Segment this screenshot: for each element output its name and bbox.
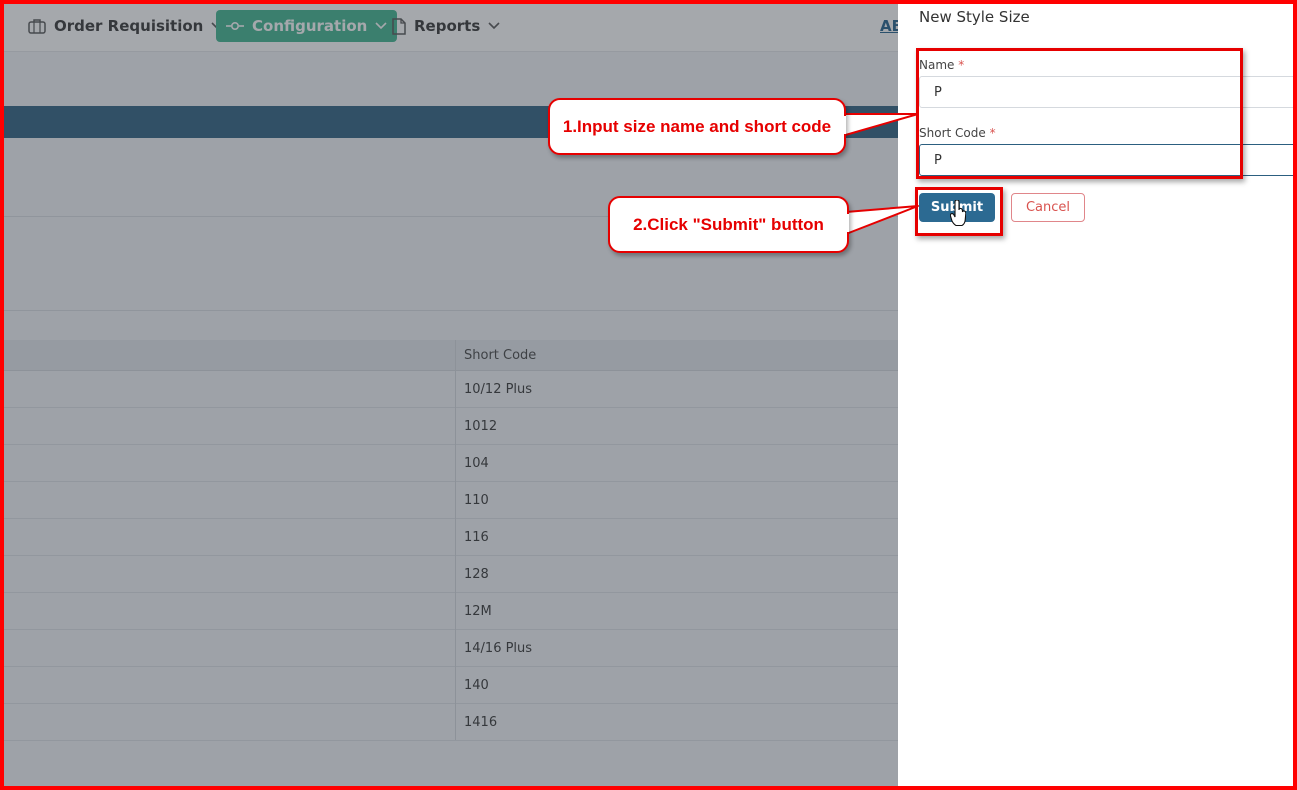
step1-callout: 1.Input size name and short code [548,98,846,155]
step2-text: 2.Click "Submit" button [633,214,824,234]
required-marker: * [958,58,965,72]
required-marker: * [989,126,996,140]
name-input[interactable] [919,76,1297,108]
name-label-text: Name [919,58,955,72]
new-style-size-panel: New Style Size Name * Short Code * Submi… [898,0,1297,790]
step1-text: 1.Input size name and short code [562,116,832,136]
cancel-button[interactable]: Cancel [1011,193,1085,222]
short-code-label: Short Code * [919,126,996,140]
panel-title: New Style Size [919,8,1030,26]
step2-callout: 2.Click "Submit" button [608,196,849,253]
hand-cursor-icon [950,200,966,227]
short-code-label-text: Short Code [919,126,986,140]
name-label: Name * [919,58,964,72]
short-code-input[interactable] [919,144,1297,176]
